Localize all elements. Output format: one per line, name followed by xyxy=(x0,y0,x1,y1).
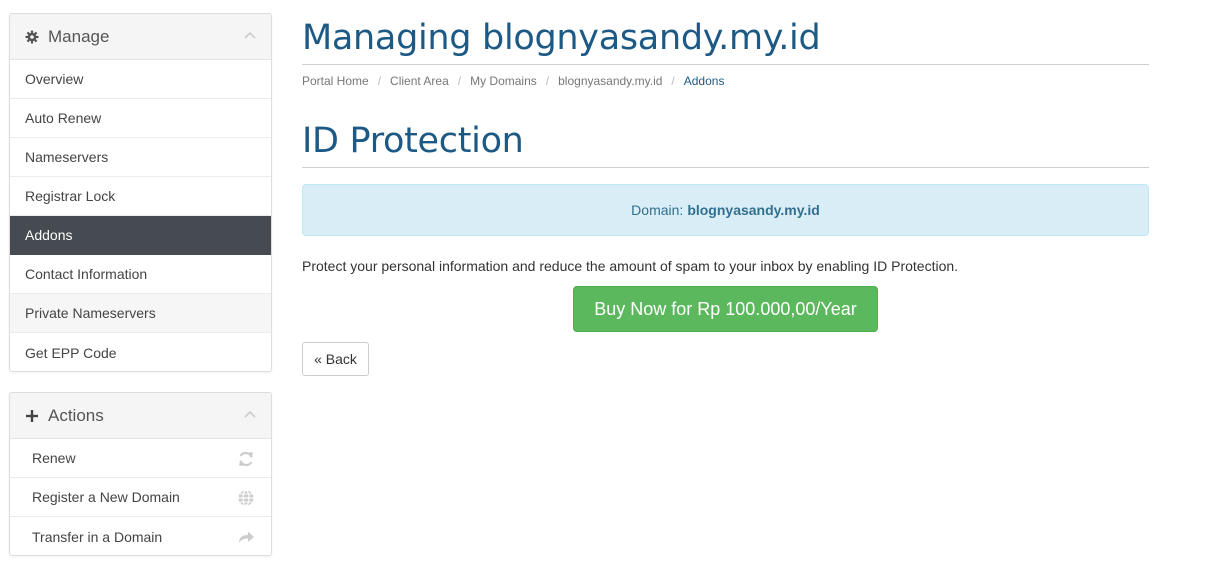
refresh-icon xyxy=(237,450,255,468)
globe-icon xyxy=(237,489,255,507)
domain-info-alert: Domain: blognyasandy.my.id xyxy=(302,184,1149,236)
sidebar-item-label: Private Nameservers xyxy=(25,305,156,321)
back-button[interactable]: « Back xyxy=(302,342,369,376)
action-item-register-domain[interactable]: Register a New Domain xyxy=(10,478,271,517)
sidebar-item-label: Registrar Lock xyxy=(25,188,116,204)
gear-icon xyxy=(24,29,40,45)
sidebar-item-addons[interactable]: Addons xyxy=(10,216,271,255)
breadcrumb-portal-home[interactable]: Portal Home xyxy=(302,74,369,88)
sidebar-item-nameservers[interactable]: Nameservers xyxy=(10,138,271,177)
share-arrow-icon xyxy=(237,528,255,546)
chevron-up-icon[interactable] xyxy=(243,408,257,422)
actions-panel: Actions Renew Register a New Domain Tran… xyxy=(9,392,272,556)
sidebar-item-private-nameservers[interactable]: Private Nameservers xyxy=(10,294,271,333)
sidebar-item-label: Nameservers xyxy=(25,149,109,165)
breadcrumb-separator: / xyxy=(671,74,675,88)
action-item-label: Transfer in a Domain xyxy=(32,528,163,545)
section-title: ID Protection xyxy=(302,121,524,161)
page-title: Managing blognyasandy.my.id xyxy=(302,18,821,58)
action-item-renew[interactable]: Renew xyxy=(10,439,271,478)
domain-label: Domain: xyxy=(631,202,684,218)
breadcrumb-separator: / xyxy=(377,74,382,88)
breadcrumb-separator: / xyxy=(457,74,462,88)
sidebar-item-auto-renew[interactable]: Auto Renew xyxy=(10,99,271,138)
breadcrumb-addons: Addons xyxy=(683,74,725,88)
sidebar-item-get-epp-code[interactable]: Get EPP Code xyxy=(10,333,271,371)
sidebar-item-contact-information[interactable]: Contact Information xyxy=(10,255,271,294)
action-item-label: Renew xyxy=(32,450,76,466)
actions-panel-title: Actions xyxy=(48,405,104,425)
plus-icon xyxy=(24,408,40,424)
action-item-transfer-domain[interactable]: Transfer in a Domain xyxy=(10,517,271,555)
section-divider xyxy=(302,167,1149,168)
breadcrumb-separator: / xyxy=(545,74,550,88)
sidebar-item-label: Addons xyxy=(25,227,73,243)
chevron-up-icon[interactable] xyxy=(243,29,257,43)
sidebar-item-registrar-lock[interactable]: Registrar Lock xyxy=(10,177,271,216)
title-divider xyxy=(302,64,1149,65)
id-protection-description: Protect your personal information and re… xyxy=(302,258,959,274)
manage-panel: Manage Overview Auto Renew Nameservers R… xyxy=(9,13,272,372)
breadcrumb-my-domains[interactable]: My Domains xyxy=(470,74,537,88)
buy-now-button[interactable]: Buy Now for Rp 100.000,00/Year xyxy=(573,286,878,332)
domain-name: blognyasandy.my.id xyxy=(687,202,820,218)
action-item-label: Register a New Domain xyxy=(32,489,180,505)
manage-panel-title: Manage xyxy=(48,26,110,46)
sidebar-item-label: Auto Renew xyxy=(25,110,102,126)
actions-panel-header[interactable]: Actions xyxy=(10,393,271,439)
breadcrumb-client-area[interactable]: Client Area xyxy=(390,74,449,88)
sidebar-item-label: Get EPP Code xyxy=(25,344,117,361)
sidebar-item-label: Contact Information xyxy=(25,266,148,282)
breadcrumb-domain[interactable]: blognyasandy.my.id xyxy=(558,74,662,88)
breadcrumb: Portal Home / Client Area / My Domains /… xyxy=(302,74,724,88)
manage-panel-header[interactable]: Manage xyxy=(10,14,271,60)
sidebar-item-label: Overview xyxy=(25,71,84,87)
sidebar-item-overview[interactable]: Overview xyxy=(10,60,271,99)
